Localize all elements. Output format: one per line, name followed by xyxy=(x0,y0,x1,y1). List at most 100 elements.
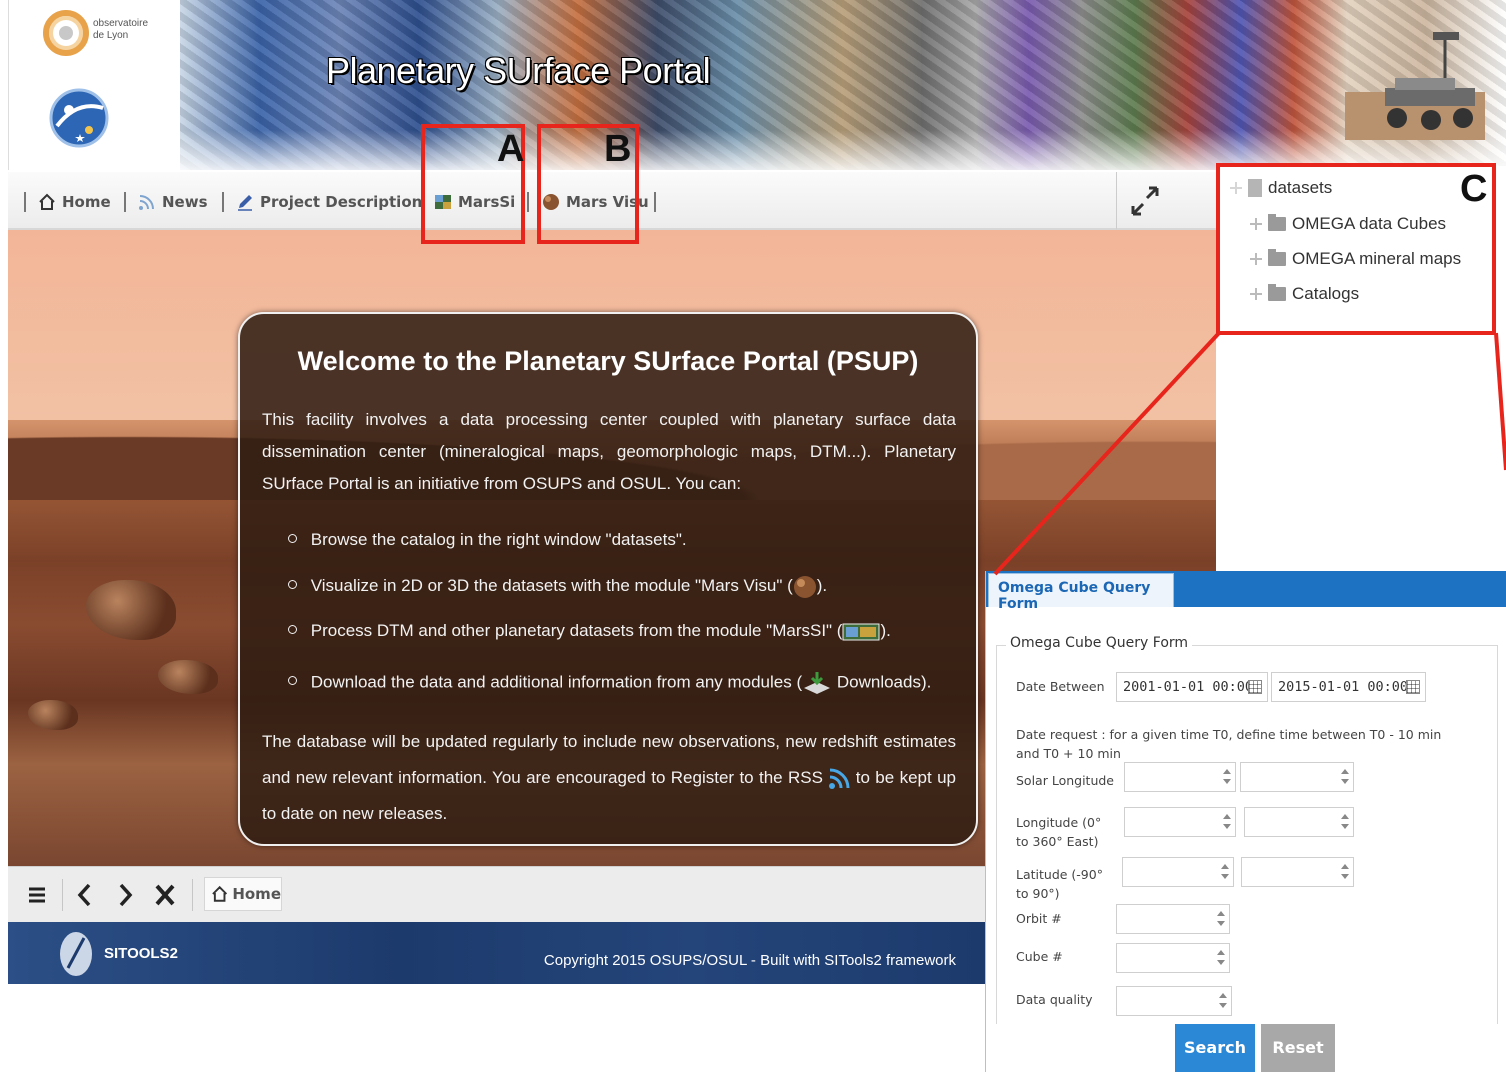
solar-longitude-min[interactable] xyxy=(1124,762,1236,792)
rock xyxy=(86,580,176,640)
spinner-icon[interactable] xyxy=(1217,911,1225,927)
longitude-min[interactable] xyxy=(1124,807,1236,837)
bullet-text: Browse the catalog in the right window "… xyxy=(310,530,687,549)
bullet-text-end: ). xyxy=(880,621,891,640)
download-icon xyxy=(804,672,831,694)
forward-icon[interactable] xyxy=(110,879,140,911)
sitools2-logo-text: SITOOLS2 xyxy=(104,945,178,962)
expand-icon[interactable] xyxy=(1129,184,1161,218)
nav-separator xyxy=(654,192,656,212)
orbit-label: Orbit # xyxy=(1016,911,1062,926)
longitude-max[interactable] xyxy=(1244,807,1354,837)
header-banner: Planetary SUrface Portal xyxy=(180,0,1506,170)
query-form-buttons: Search Reset xyxy=(986,1024,1506,1072)
toolbar-separator xyxy=(192,879,193,911)
back-icon[interactable] xyxy=(70,879,100,911)
spinner-icon[interactable] xyxy=(1341,814,1349,830)
bullet-text: Visualize in 2D or 3D the datasets with … xyxy=(310,576,793,595)
date-from-value: 2001-01-01 00:00 xyxy=(1123,679,1254,695)
psup-portal-screenshot: observatoire de Lyon Planetary SUrface P… xyxy=(0,0,1506,1072)
nav-item-home-label: Home xyxy=(62,193,111,211)
date-to-field[interactable]: 2015-01-01 00:00 xyxy=(1271,672,1426,702)
osups-logo[interactable] xyxy=(47,80,111,154)
latitude-min[interactable] xyxy=(1122,857,1234,887)
welcome-bullet-visualize: Visualize in 2D or 3D the datasets with … xyxy=(288,574,948,599)
bullet-text-end: Downloads). xyxy=(832,672,932,692)
nav-item-project-description[interactable]: Project Description xyxy=(236,190,422,214)
annotation-label-b: B xyxy=(604,128,632,170)
bullet-text: Download the data and additional informa… xyxy=(310,672,803,692)
rock xyxy=(158,660,218,694)
date-between-label: Date Between xyxy=(1016,679,1105,694)
tab-omega-cube-query-form[interactable]: Omega Cube Query Form xyxy=(988,573,1174,612)
date-request-note: Date request : for a given time T0, defi… xyxy=(1016,727,1442,761)
search-button[interactable]: Search xyxy=(1175,1024,1255,1072)
omega-cube-query-form: Omega Cube Query Form Omega Cube Query F… xyxy=(985,571,1506,1072)
welcome-bullet-browse: Browse the catalog in the right window "… xyxy=(288,528,948,552)
welcome-bullet-process: Process DTM and other planetary datasets… xyxy=(288,619,948,643)
observatoire-logo-text: observatoire de Lyon xyxy=(93,18,149,41)
spinner-icon[interactable] xyxy=(1341,864,1349,880)
site-title: Planetary SUrface Portal xyxy=(326,50,711,91)
nav-item-home[interactable]: Home xyxy=(38,190,111,214)
cube-input[interactable] xyxy=(1116,943,1230,973)
welcome-bullet-download: Download the data and additional informa… xyxy=(288,670,948,696)
spinner-icon[interactable] xyxy=(1341,769,1349,785)
footer-bar: SITOOLS2 Copyright 2015 OSUPS/OSUL - Bui… xyxy=(8,922,986,984)
query-form-legend: Omega Cube Query Form xyxy=(1006,635,1193,651)
home-icon xyxy=(212,885,228,902)
window-toolbar: Home xyxy=(8,866,986,922)
rss-icon[interactable] xyxy=(828,768,850,790)
spinner-icon[interactable] xyxy=(1221,864,1229,880)
spinner-icon[interactable] xyxy=(1217,950,1225,966)
date-from-field[interactable]: 2001-01-01 00:00 xyxy=(1116,672,1268,702)
nav-separator xyxy=(124,192,126,212)
spinner-icon[interactable] xyxy=(1219,993,1227,1009)
latitude-max[interactable] xyxy=(1241,857,1354,887)
toolbar-separator xyxy=(62,879,63,911)
bullet-text: Process DTM and other planetary datasets… xyxy=(310,621,843,640)
home-tab-label: Home xyxy=(232,885,281,903)
welcome-outro: The database will be updated regularly t… xyxy=(262,724,956,832)
menu-icon[interactable] xyxy=(22,879,52,911)
home-tab[interactable]: Home xyxy=(204,877,282,911)
logo-column: observatoire de Lyon xyxy=(8,0,180,170)
cube-label: Cube # xyxy=(1016,949,1063,964)
observatoire-ring-icon xyxy=(43,10,89,56)
bullet-text-end: ). xyxy=(816,576,828,595)
nav-separator xyxy=(24,192,26,212)
longitude-label: Longitude (0° to 360° East) xyxy=(1016,815,1102,849)
nav-item-news[interactable]: News xyxy=(138,190,208,214)
latitude-label: Latitude (-90° to 90°) xyxy=(1016,867,1103,901)
calendar-icon[interactable] xyxy=(1406,680,1420,694)
expand-panel-area xyxy=(1116,172,1216,230)
nav-separator xyxy=(527,192,529,212)
spinner-icon[interactable] xyxy=(1223,814,1231,830)
solar-longitude-max[interactable] xyxy=(1240,762,1354,792)
spinner-icon[interactable] xyxy=(1223,769,1231,785)
rss-icon xyxy=(139,195,154,210)
observatoire-lyon-logo[interactable]: observatoire de Lyon xyxy=(43,10,153,60)
annotation-label-c: C xyxy=(1460,168,1488,210)
welcome-intro: This facility involves a data processing… xyxy=(262,410,956,493)
sitools2-logo[interactable]: SITOOLS2 xyxy=(54,928,214,980)
welcome-panel: Welcome to the Planetary SUrface Portal … xyxy=(238,312,978,846)
reset-button[interactable]: Reset xyxy=(1261,1024,1335,1072)
rover-image xyxy=(1345,32,1485,140)
welcome-title: Welcome to the Planetary SUrface Portal … xyxy=(297,346,919,376)
close-icon[interactable] xyxy=(150,879,180,911)
home-icon xyxy=(39,193,55,210)
pencil-icon xyxy=(238,195,252,211)
nav-item-news-label: News xyxy=(162,193,208,211)
annotation-box-c xyxy=(1216,163,1496,335)
nav-item-project-description-label: Project Description xyxy=(260,193,423,211)
copyright-text: Copyright 2015 OSUPS/OSUL - Built with S… xyxy=(543,952,956,969)
data-quality-input[interactable] xyxy=(1116,986,1232,1016)
data-quality-label: Data quality xyxy=(1016,992,1093,1007)
calendar-icon[interactable] xyxy=(1248,680,1262,694)
date-to-value: 2015-01-01 00:00 xyxy=(1278,679,1409,695)
orbit-input[interactable] xyxy=(1116,904,1230,934)
annotation-label-a: A xyxy=(497,128,525,170)
rock xyxy=(28,700,78,730)
planet-icon xyxy=(793,575,816,598)
